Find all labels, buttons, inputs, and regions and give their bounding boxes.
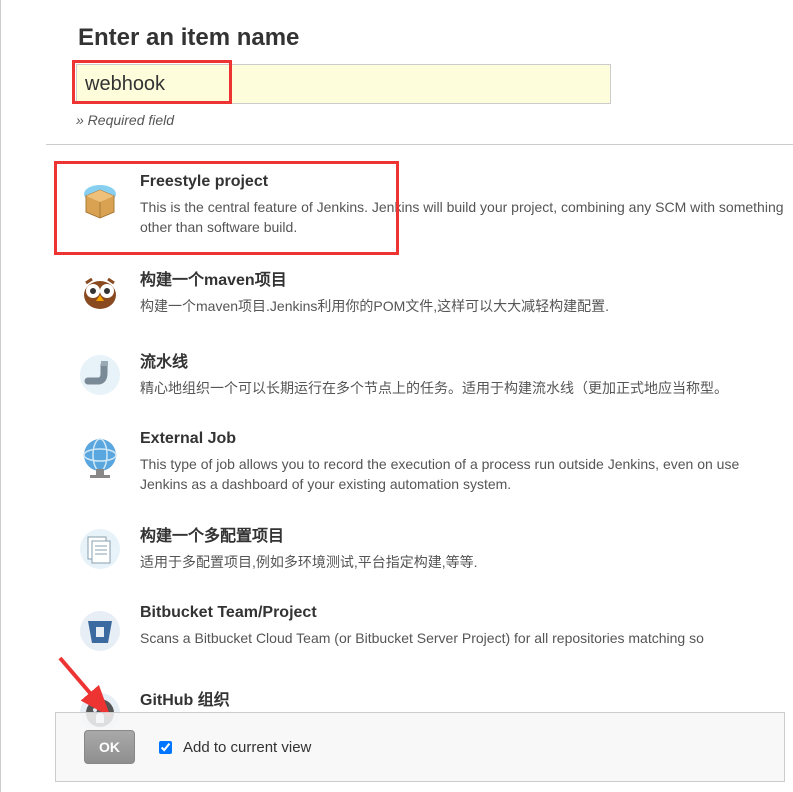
item-title: 流水线 [140,348,789,372]
page-title: Enter an item name [78,24,793,52]
item-desc: This type of job allows you to record th… [140,454,789,495]
item-title: Freestyle project [140,173,789,191]
item-maven-project[interactable]: 构建一个maven项目 构建一个maven项目.Jenkins利用你的POM文件… [46,258,793,340]
pipe-icon [70,348,130,402]
item-title: GitHub 组织 [140,686,789,710]
add-to-view-text: Add to current view [183,739,311,756]
item-desc: 精心地组织一个可以长期运行在多个节点上的任务。适用于构建流水线（更加正式地应当称… [140,378,789,398]
item-bitbucket-team[interactable]: Bitbucket Team/Project Scans a Bitbucket… [46,596,793,678]
section-divider [46,144,793,145]
item-title: 构建一个maven项目 [140,266,789,290]
ok-button[interactable]: OK [84,730,135,764]
box-icon [70,173,130,227]
globe-icon [70,430,130,484]
item-freestyle-project[interactable]: Freestyle project This is the central fe… [46,165,793,258]
item-desc: 适用于多配置项目,例如多环境测试,平台指定构建,等等. [140,552,789,572]
item-desc: Scans a Bitbucket Cloud Team (or Bitbuck… [140,628,789,648]
item-pipeline[interactable]: 流水线 精心地组织一个可以长期运行在多个节点上的任务。适用于构建流水线（更加正式… [46,340,793,422]
documents-icon [70,522,130,576]
item-desc: This is the central feature of Jenkins. … [140,197,789,238]
item-title: 构建一个多配置项目 [140,522,789,546]
required-field-hint: » Required field [76,112,793,128]
bitbucket-icon [70,604,130,658]
add-to-view-checkbox[interactable] [159,741,172,754]
input-highlight-box [72,60,232,104]
item-multiconfig-project[interactable]: 构建一个多配置项目 适用于多配置项目,例如多环境测试,平台指定构建,等等. [46,514,793,596]
item-title: Bitbucket Team/Project [140,604,789,622]
item-desc: 构建一个maven项目.Jenkins利用你的POM文件,这样可以大大减轻构建配… [140,296,789,316]
confirm-bar: OK Add to current view [55,712,785,782]
item-external-job[interactable]: External Job This type of job allows you… [46,422,793,515]
add-to-view-label[interactable]: Add to current view [155,738,311,757]
item-title: External Job [140,430,789,448]
owl-icon [70,266,130,320]
